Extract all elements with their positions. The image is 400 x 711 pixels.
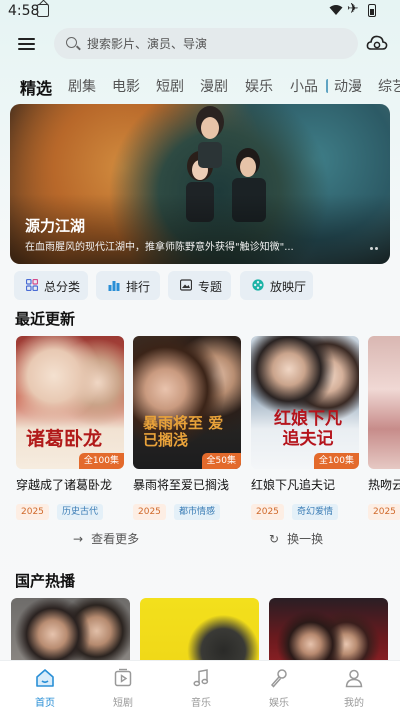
drama-poster: 红娘下凡 追夫记 全100集	[251, 336, 359, 469]
tab-short-drama[interactable]: 短剧	[156, 76, 184, 96]
cloud-settings-icon[interactable]	[366, 34, 388, 52]
drama-card[interactable]: 暴雨将至 爱已搁浅 全50集 暴雨将至爱已搁浅 2025 都市情感	[133, 336, 241, 520]
tab-anime[interactable]: 动漫	[334, 76, 362, 96]
episode-badge: 全100集	[78, 453, 124, 469]
nav-music[interactable]: 音乐	[161, 661, 241, 711]
episode-badge: 全100集	[313, 453, 359, 469]
tab-comic-drama[interactable]: 漫剧	[200, 76, 228, 96]
tab-entertainment[interactable]: 娱乐	[245, 76, 273, 96]
drama-card[interactable]: 红娘下凡 追夫记 全100集 红娘下凡追夫记 2025 奇幻爱情	[251, 336, 359, 520]
bar-chart-icon	[108, 281, 120, 291]
status-time: 4:58	[8, 3, 40, 19]
all-categories-button[interactable]: 总分类	[14, 271, 88, 300]
nav-short-drama-label: 短剧	[113, 698, 133, 709]
recent-updates-title: 最近更新	[15, 310, 76, 328]
refresh-button[interactable]: ↻ 换一换	[269, 530, 323, 547]
hot-domestic-title: 国产热播	[15, 572, 76, 590]
poster-text: 红娘下凡 追夫记	[274, 409, 342, 449]
nav-short-drama[interactable]: 短剧	[83, 661, 163, 711]
nav-profile[interactable]: 我的	[314, 661, 394, 711]
airplane-icon: ✈	[347, 1, 359, 17]
all-categories-label: 总分类	[44, 280, 81, 294]
tab-movies[interactable]: 电影	[112, 76, 140, 96]
hot-poster[interactable]	[11, 598, 130, 664]
episode-badge: 全50集	[201, 453, 241, 469]
drama-poster	[368, 336, 400, 469]
tab-scroll-indicator	[326, 79, 330, 93]
topics-label: 专题	[198, 280, 223, 294]
poster-text: 暴雨将至 爱已搁浅	[143, 414, 224, 449]
nav-entertainment-label: 娱乐	[269, 698, 289, 709]
drama-title: 热吻云	[368, 478, 400, 492]
year-tag: 2025	[251, 504, 284, 520]
hot-poster[interactable]	[269, 598, 388, 664]
genre-tag: 都市情感	[174, 504, 221, 520]
featured-banner[interactable]: 源力江湖 在血雨腥风的现代江湖中，推拿师陈野意外获得"触诊知微"...	[10, 104, 390, 264]
screening-room-button[interactable]: 放映厅	[240, 271, 313, 300]
search-bar[interactable]: 搜索影片、演员、导演	[54, 28, 358, 59]
genre-tag: 历史古代	[57, 504, 104, 520]
year-tag: 2025	[133, 504, 166, 520]
music-note-icon	[193, 669, 209, 687]
microphone-icon	[270, 669, 287, 688]
home-icon	[36, 669, 54, 687]
play-square-icon	[114, 668, 132, 687]
bottom-navigation: 首页 短剧 音乐 娱乐 我的	[0, 660, 400, 711]
nav-home-label: 首页	[35, 698, 55, 709]
genre-tag: 奇幻爱情	[292, 504, 339, 520]
app-cube-icon	[37, 4, 49, 17]
ranking-label: 排行	[126, 280, 151, 294]
poster-text: 诸葛卧龙	[26, 428, 103, 450]
menu-icon[interactable]	[18, 38, 35, 50]
nav-music-label: 音乐	[191, 698, 211, 709]
nav-profile-label: 我的	[344, 698, 364, 709]
status-bar: 4:58 ✈	[0, 0, 400, 24]
refresh-label: 换一换	[287, 532, 324, 546]
nav-home[interactable]: 首页	[5, 661, 85, 711]
hot-poster[interactable]	[140, 598, 259, 664]
year-tag: 2025	[16, 504, 49, 520]
tab-sketch[interactable]: 小品	[290, 76, 318, 96]
tab-featured[interactable]: 精选	[20, 75, 52, 99]
topics-button[interactable]: 专题	[168, 271, 231, 300]
wifi-icon	[329, 5, 343, 15]
battery-icon	[368, 4, 376, 17]
drama-poster: 暴雨将至 爱已搁浅 全50集	[133, 336, 241, 469]
search-icon	[66, 37, 77, 48]
drama-title: 暴雨将至爱已搁浅	[133, 478, 230, 492]
drama-title: 穿越成了诸葛卧龙	[16, 478, 113, 492]
film-reel-icon	[252, 279, 264, 291]
drama-poster: 诸葛卧龙 全100集	[16, 336, 124, 469]
ranking-button[interactable]: 排行	[96, 271, 160, 300]
tab-series[interactable]: 剧集	[68, 76, 96, 96]
drama-card[interactable]: 热吻云 2025	[368, 336, 400, 520]
screening-room-label: 放映厅	[270, 280, 307, 294]
nav-entertainment[interactable]: 娱乐	[239, 661, 319, 711]
search-placeholder: 搜索影片、演员、导演	[87, 37, 208, 51]
image-icon	[180, 279, 192, 291]
banner-page-indicator	[368, 235, 378, 254]
year-tag: 2025	[368, 504, 400, 520]
view-more-label: 查看更多	[91, 532, 140, 546]
grid-icon	[26, 279, 38, 291]
view-more-button[interactable]: → 查看更多	[73, 530, 139, 547]
refresh-icon: ↻	[269, 532, 280, 546]
arrow-right-icon: →	[73, 532, 84, 546]
tab-variety[interactable]: 综艺	[378, 76, 400, 96]
banner-title: 源力江湖	[25, 217, 86, 235]
user-icon	[345, 669, 363, 688]
drama-title: 红娘下凡追夫记	[251, 478, 336, 492]
drama-card[interactable]: 诸葛卧龙 全100集 穿越成了诸葛卧龙 2025 历史古代	[16, 336, 124, 520]
category-tabs: 精选 剧集 电影 短剧 漫剧 娱乐 小品 动漫 综艺	[0, 72, 400, 100]
banner-description: 在血雨腥风的现代江湖中，推拿师陈野意外获得"触诊知微"...	[25, 242, 294, 253]
